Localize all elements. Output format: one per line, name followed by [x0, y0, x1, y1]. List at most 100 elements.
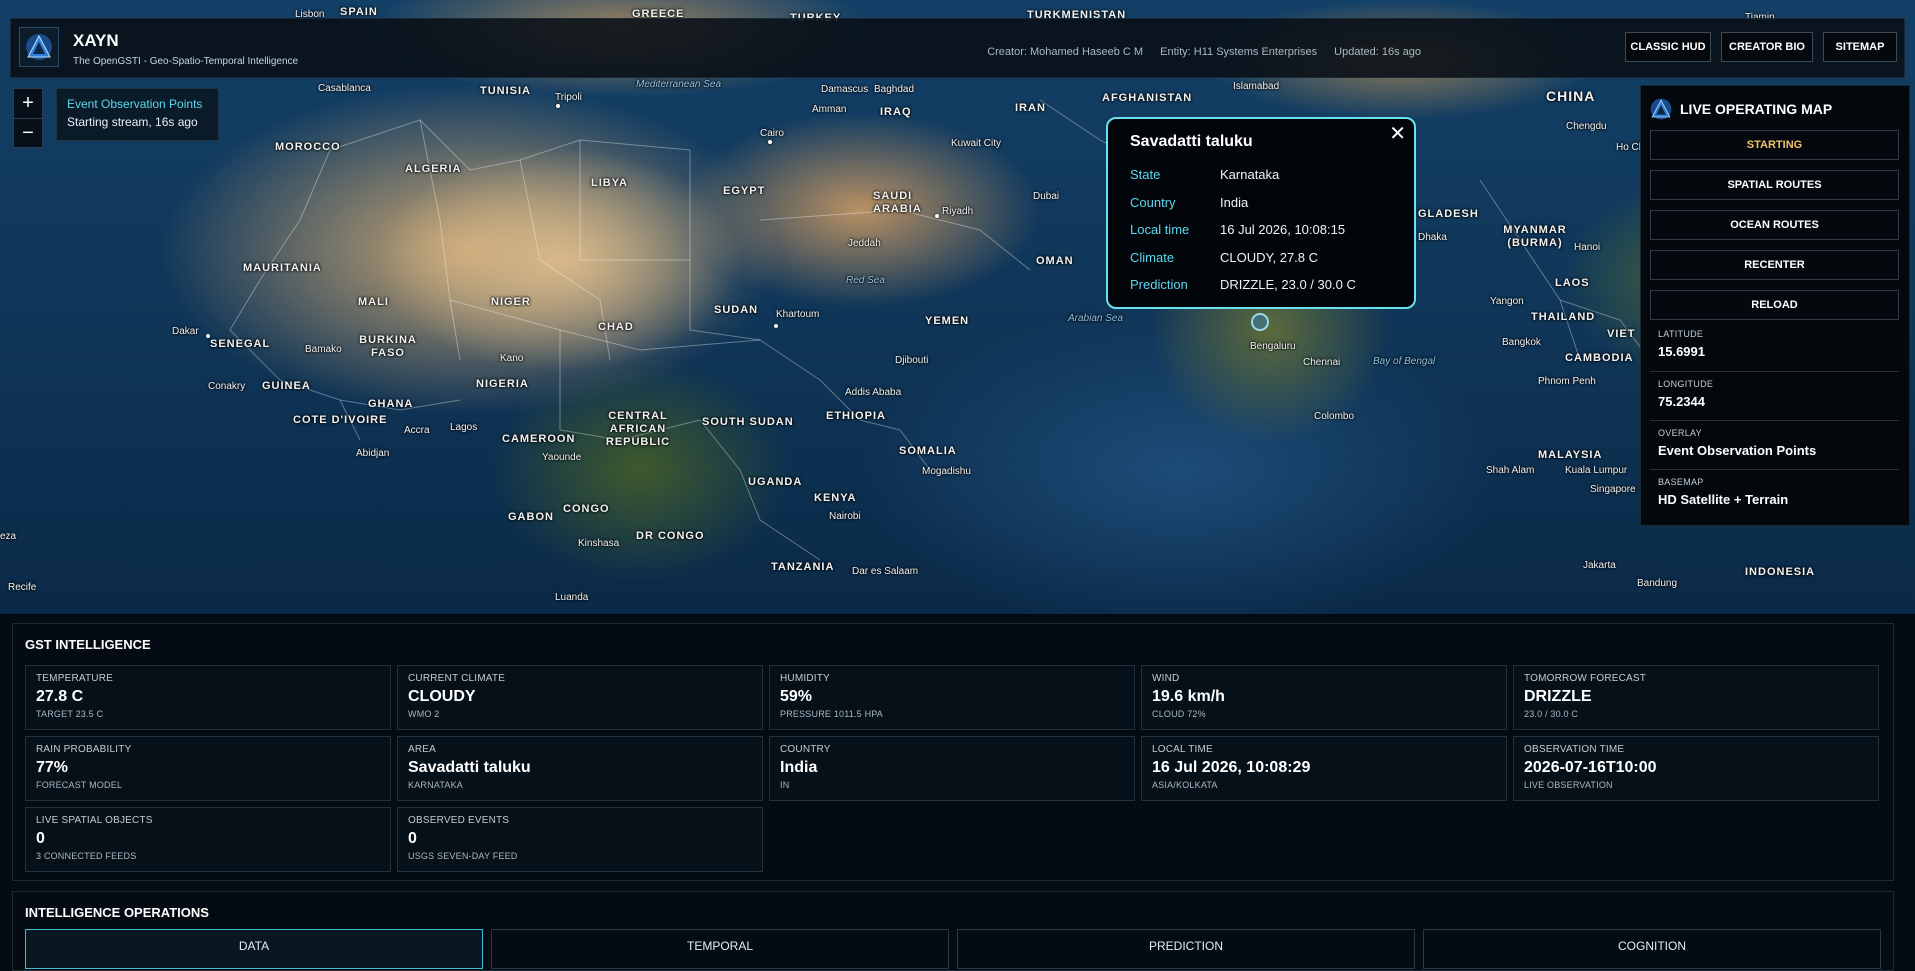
popup-row: Country India — [1130, 189, 1392, 217]
zoom-in-button[interactable]: + — [14, 89, 42, 118]
map-country-label: CONGO — [563, 503, 610, 515]
map-country-label: BURKINA FASO — [359, 334, 417, 359]
map-country-label: SAUDI ARABIA — [873, 190, 922, 215]
tab-temporal[interactable]: TEMPORAL — [491, 929, 949, 969]
classic-hud-button[interactable]: CLASSIC HUD — [1625, 32, 1711, 62]
map-city-label: Khartoum — [776, 309, 820, 320]
map-sea-label: Arabian Sea — [1068, 313, 1124, 324]
map-city-label: Yaounde — [542, 452, 582, 463]
map-city-label: Conakry — [208, 381, 246, 392]
map-country-label: SUDAN — [714, 304, 759, 316]
gst-intelligence-section: GST INTELLIGENCE TEMPERATURE 27.8 C TARG… — [12, 623, 1894, 881]
popup-title: Savadatti taluku — [1130, 133, 1253, 150]
stat-card-area: AREA Savadatti taluku KARNATAKA — [397, 736, 763, 801]
card-label: COUNTRY — [780, 744, 831, 755]
map-city-label: Chennai — [1303, 357, 1341, 368]
stat-card-current-climate: CURRENT CLIMATE CLOUDY WMO 2 — [397, 665, 763, 730]
spatial-routes-button[interactable]: SPATIAL ROUTES — [1650, 170, 1899, 200]
map-city-label: Mogadishu — [922, 466, 971, 477]
map-country-label: CHAD — [598, 321, 634, 333]
creator-bio-button[interactable]: CREATOR BIO — [1721, 32, 1813, 62]
card-value: CLOUDY — [408, 688, 476, 705]
card-value: 16 Jul 2026, 10:08:29 — [1152, 759, 1311, 776]
map-city-label: Singapore — [1590, 484, 1636, 495]
card-sub: KARNATAKA — [408, 780, 463, 790]
map-country-label: CENTRAL AFRICAN REPUBLIC — [605, 410, 671, 448]
map-country-label: INDONESIA — [1745, 566, 1816, 578]
overlay-tag-title: Event Observation Points — [67, 97, 203, 111]
map-city-label: Bengaluru — [1250, 341, 1296, 352]
zoom-control: + − — [13, 88, 43, 148]
latitude-field: LATITUDE 15.6991 — [1650, 322, 1899, 370]
card-label: WIND — [1152, 673, 1180, 684]
tab-cognition[interactable]: COGNITION — [1423, 929, 1881, 969]
card-sub: 23.0 / 30.0 C — [1524, 709, 1579, 719]
map-country-label: LAOS — [1555, 277, 1590, 289]
field-value: 15.6991 — [1658, 344, 1705, 359]
map-city-label: Jeddah — [848, 238, 881, 249]
popup-value: Karnataka — [1220, 167, 1280, 183]
xayn-triangle-logo-icon[interactable] — [19, 27, 59, 67]
map-city-label: Islamabad — [1233, 81, 1280, 92]
field-value: Event Observation Points — [1658, 443, 1817, 458]
tab-prediction[interactable]: PREDICTION — [957, 929, 1415, 969]
popup-value: CLOUDY, 27.8 C — [1220, 249, 1319, 265]
map-city-label: Dhaka — [1418, 232, 1447, 243]
overlay-field: OVERLAY Event Observation Points — [1650, 420, 1899, 468]
card-value: 27.8 C — [36, 688, 84, 705]
card-sub: WMO 2 — [408, 709, 440, 719]
card-value: 19.6 km/h — [1152, 688, 1225, 705]
map-country-label: TANZANIA — [771, 561, 835, 573]
map-city-label: Phnom Penh — [1538, 376, 1596, 387]
card-value: 59% — [780, 688, 813, 705]
creator-text: Creator: Mohamed Haseeb C M — [987, 46, 1144, 58]
panel-header: LIVE OPERATING MAP — [1649, 97, 1832, 121]
card-label: RAIN PROBABILITY — [36, 744, 132, 755]
card-label: OBSERVED EVENTS — [408, 815, 510, 826]
tab-data[interactable]: DATA — [25, 929, 483, 969]
stat-card-observed-events: OBSERVED EVENTS 0 USGS SEVEN-DAY FEED — [397, 807, 763, 872]
map-city-label: Luanda — [555, 592, 589, 603]
map-sea-label: Bay of Bengal — [1373, 356, 1436, 367]
card-sub: PRESSURE 1011.5 HPA — [780, 709, 884, 719]
card-value: 0 — [36, 830, 45, 847]
stat-card-local-time: LOCAL TIME 16 Jul 2026, 10:08:29 ASIA/KO… — [1141, 736, 1507, 801]
panel-title: LIVE OPERATING MAP — [1680, 101, 1833, 117]
map-country-label: GABON — [508, 511, 554, 523]
map-city-label: Recife — [8, 582, 37, 593]
map-country-label: IRAQ — [880, 106, 912, 118]
stat-card-observation-time: OBSERVATION TIME 2026-07-16T10:00 LIVE O… — [1513, 736, 1879, 801]
map-country-label: SOMALIA — [899, 445, 957, 457]
map-city-label: Yangon — [1490, 296, 1524, 307]
map-city-label: Baghdad — [874, 84, 915, 95]
xayn-triangle-logo-icon — [1650, 98, 1672, 120]
section-title: INTELLIGENCE OPERATIONS — [25, 905, 209, 920]
sitemap-button[interactable]: SITEMAP — [1823, 32, 1897, 62]
card-label: OBSERVATION TIME — [1524, 744, 1625, 755]
stat-card-temperature: TEMPERATURE 27.8 C TARGET 23.5 C — [25, 665, 391, 730]
header-meta: Creator: Mohamed Haseeb C M Entity: H11 … — [973, 46, 1421, 58]
popup-key: Local time — [1130, 222, 1190, 238]
map-sea-label: Mediterranean Sea — [636, 79, 722, 90]
map-city-label: Dar es Salaam — [852, 566, 919, 577]
card-sub: CLOUD 72% — [1152, 709, 1206, 719]
longitude-field: LONGITUDE 75.2344 — [1650, 371, 1899, 419]
card-label: LOCAL TIME — [1152, 744, 1213, 755]
map-city-label: Kuala Lumpur — [1565, 465, 1628, 476]
recenter-button[interactable]: RECENTER — [1650, 250, 1899, 280]
zoom-out-button[interactable]: − — [14, 118, 42, 148]
field-value: HD Satellite + Terrain — [1658, 492, 1789, 507]
reload-button[interactable]: RELOAD — [1650, 290, 1899, 320]
field-label: OVERLAY — [1658, 428, 1702, 438]
stat-card-live-spatial-objects: LIVE SPATIAL OBJECTS 0 3 CONNECTED FEEDS — [25, 807, 391, 872]
card-value: DRIZZLE — [1524, 688, 1592, 705]
card-sub: USGS SEVEN-DAY FEED — [408, 851, 518, 861]
starting-button[interactable]: STARTING — [1650, 130, 1899, 160]
card-sub: TARGET 23.5 C — [36, 709, 104, 719]
ocean-routes-button[interactable]: OCEAN ROUTES — [1650, 210, 1899, 240]
map-canvas[interactable]: Mediterranean Sea Red Sea Arabian Sea Ba… — [0, 0, 1915, 614]
map-country-label: NIGER — [491, 296, 531, 308]
map-country-label: YEMEN — [925, 315, 970, 327]
location-marker[interactable] — [1251, 313, 1269, 331]
close-icon[interactable]: ✕ — [1389, 121, 1406, 146]
